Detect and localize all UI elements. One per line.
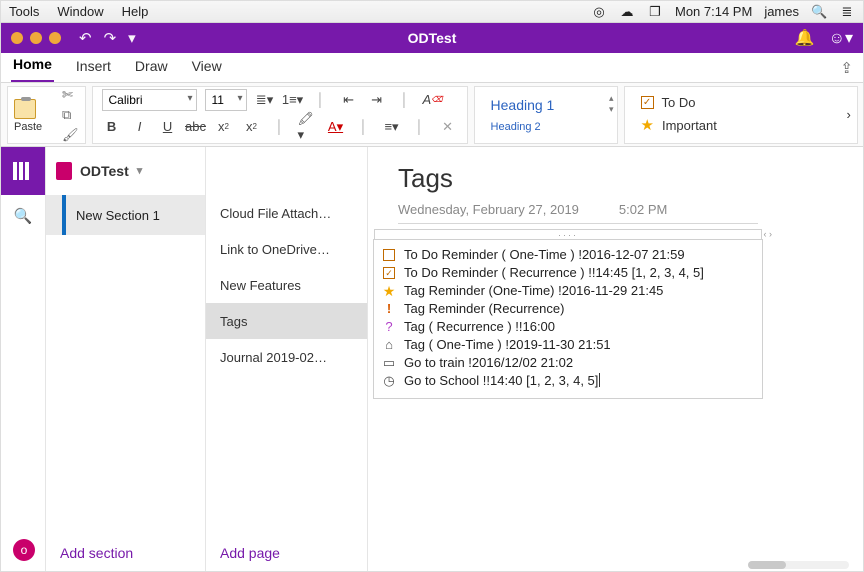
style-heading2[interactable]: Heading 2 xyxy=(491,121,611,133)
add-section-button[interactable]: Add section xyxy=(60,545,133,561)
qat-customize-button[interactable]: ▾ xyxy=(128,29,136,47)
bullets-button[interactable]: ≣▾ xyxy=(255,90,275,110)
styles-more-icon[interactable]: ▴▾ xyxy=(609,93,614,115)
page-item[interactable]: New Features xyxy=(206,267,367,303)
styles-gallery[interactable]: Heading 1 Heading 2 ▴▾ xyxy=(474,86,618,144)
copy-button[interactable]: ⧉ xyxy=(62,107,79,123)
numbering-button[interactable]: 1≡▾ xyxy=(283,90,303,110)
mac-user[interactable]: james xyxy=(764,4,799,19)
editable-line[interactable]: Go to School !!14:40 [1, 2, 3, 4, 5] xyxy=(404,372,600,390)
macmenu-item[interactable]: Tools xyxy=(9,4,39,19)
navigation-toggle[interactable] xyxy=(1,147,45,195)
section-item[interactable]: New Section 1 xyxy=(46,195,205,235)
tab-insert[interactable]: Insert xyxy=(74,52,113,82)
indent-button[interactable]: ⇥ xyxy=(367,90,387,110)
avatar[interactable]: o xyxy=(13,539,35,561)
list-item[interactable]: ◷ Go to School !!14:40 [1, 2, 3, 4, 5] xyxy=(378,372,758,390)
delete-button[interactable]: ✕ xyxy=(438,117,458,137)
clipboard-icon xyxy=(14,99,36,119)
tags-gallery[interactable]: ✓ To Do ★ Important › xyxy=(624,86,858,144)
superscript-button[interactable]: x2 xyxy=(242,117,262,137)
star-icon[interactable]: ★ xyxy=(382,282,396,300)
clear-formatting-button[interactable]: A⌫ xyxy=(423,90,443,110)
account-icon[interactable]: ☺︎▾ xyxy=(829,28,853,48)
subscript-button[interactable]: x2 xyxy=(214,117,234,137)
italic-button[interactable]: I xyxy=(130,117,150,137)
tab-home[interactable]: Home xyxy=(11,50,54,82)
checkbox-checked-icon[interactable]: ✓ xyxy=(382,267,396,279)
font-color-button[interactable]: A▾ xyxy=(326,117,346,137)
page-item[interactable]: Cloud File Attach… xyxy=(206,195,367,231)
list-item[interactable]: ! Tag Reminder (Recurrence) xyxy=(378,300,758,318)
list-item[interactable]: To Do Reminder ( One-Time ) !2016-12-07 … xyxy=(378,246,758,264)
list-item[interactable]: ✓ To Do Reminder ( Recurrence ) !!14:45 … xyxy=(378,264,758,282)
checkbox-icon: ✓ xyxy=(641,96,654,109)
page-item[interactable]: Link to OneDrive… xyxy=(206,231,367,267)
house-icon[interactable]: ⌂ xyxy=(382,336,396,354)
style-heading1[interactable]: Heading 1 xyxy=(491,97,611,113)
spotlight-icon[interactable]: 🔍 xyxy=(811,4,827,20)
list-item[interactable]: ⌂ Tag ( One-Time ) !2019-11-30 21:51 xyxy=(378,336,758,354)
menu-extras-icon[interactable]: ≣ xyxy=(839,4,855,20)
align-button[interactable]: ≡▾ xyxy=(382,117,402,137)
share-button[interactable]: ⇪ xyxy=(840,59,853,77)
exclamation-icon[interactable]: ! xyxy=(382,300,396,318)
undo-button[interactable]: ↶ xyxy=(79,29,92,47)
onedrive-status-icon[interactable]: ◎ xyxy=(591,4,607,20)
font-family-select[interactable] xyxy=(102,89,197,111)
paste-button[interactable]: Paste xyxy=(14,97,62,133)
cloud-icon[interactable]: ☁ xyxy=(619,4,635,20)
chevron-down-icon: ▾ xyxy=(137,164,143,177)
clock-icon[interactable]: ◷ xyxy=(382,372,396,390)
tab-view[interactable]: View xyxy=(190,52,224,82)
redo-button[interactable]: ↷ xyxy=(104,29,117,47)
macmenu-item[interactable]: Help xyxy=(122,4,149,19)
book-icon[interactable]: ▭ xyxy=(382,354,396,372)
search-button[interactable]: 🔍 xyxy=(14,207,33,225)
tag-important[interactable]: ★ Important xyxy=(641,116,841,134)
displays-icon[interactable]: ❐ xyxy=(647,4,663,20)
font-size-select[interactable] xyxy=(205,89,247,111)
outdent-button[interactable]: ⇤ xyxy=(339,90,359,110)
section-color-strip xyxy=(62,195,66,235)
underline-button[interactable]: U xyxy=(158,117,178,137)
checkbox-empty-icon[interactable] xyxy=(382,249,396,261)
tags-more-icon[interactable]: › xyxy=(847,107,851,122)
note-container[interactable]: ···· ‹ › To Do Reminder ( One-Time ) !20… xyxy=(373,239,763,399)
clock[interactable]: Mon 7:14 PM xyxy=(675,4,752,19)
container-drag-handle[interactable]: ···· xyxy=(374,229,762,239)
text-caret xyxy=(599,373,600,387)
window-traffic-lights[interactable] xyxy=(11,32,61,44)
tab-draw[interactable]: Draw xyxy=(133,52,170,82)
notebook-picker[interactable]: ODTest ▾ xyxy=(46,147,205,195)
page-item[interactable]: Tags xyxy=(206,303,367,339)
tag-todo[interactable]: ✓ To Do xyxy=(641,95,841,110)
page-title[interactable]: Tags xyxy=(368,147,863,198)
note-canvas[interactable]: Tags Wednesday, February 27, 2019 5:02 P… xyxy=(368,147,863,571)
format-painter-button[interactable]: 🖌 xyxy=(62,127,79,143)
list-item[interactable]: ? Tag ( Recurrence ) !!16:00 xyxy=(378,318,758,336)
notifications-icon[interactable]: 🔔 xyxy=(795,28,815,48)
star-icon: ★ xyxy=(641,116,654,134)
highlight-button[interactable]: 🖍▾ xyxy=(298,117,318,137)
horizontal-scrollbar[interactable] xyxy=(748,561,849,569)
add-page-button[interactable]: Add page xyxy=(220,545,280,561)
container-resize-handle[interactable]: ‹ › xyxy=(764,229,773,239)
list-item[interactable]: ★ Tag Reminder (One-Time) !2016-11-29 21… xyxy=(378,282,758,300)
macmenu-item[interactable]: Window xyxy=(57,4,103,19)
bold-button[interactable]: B xyxy=(102,117,122,137)
list-item[interactable]: ▭ Go to train !2016/12/02 21:02 xyxy=(378,354,758,372)
page-item[interactable]: Journal 2019-02… xyxy=(206,339,367,375)
page-created-time: 5:02 PM xyxy=(619,202,667,217)
question-icon[interactable]: ? xyxy=(382,318,396,336)
page-created-date: Wednesday, February 27, 2019 xyxy=(398,202,579,217)
strike-button[interactable]: abc xyxy=(186,117,206,137)
cut-button[interactable]: ✄ xyxy=(62,87,79,103)
notebook-icon xyxy=(56,162,72,180)
